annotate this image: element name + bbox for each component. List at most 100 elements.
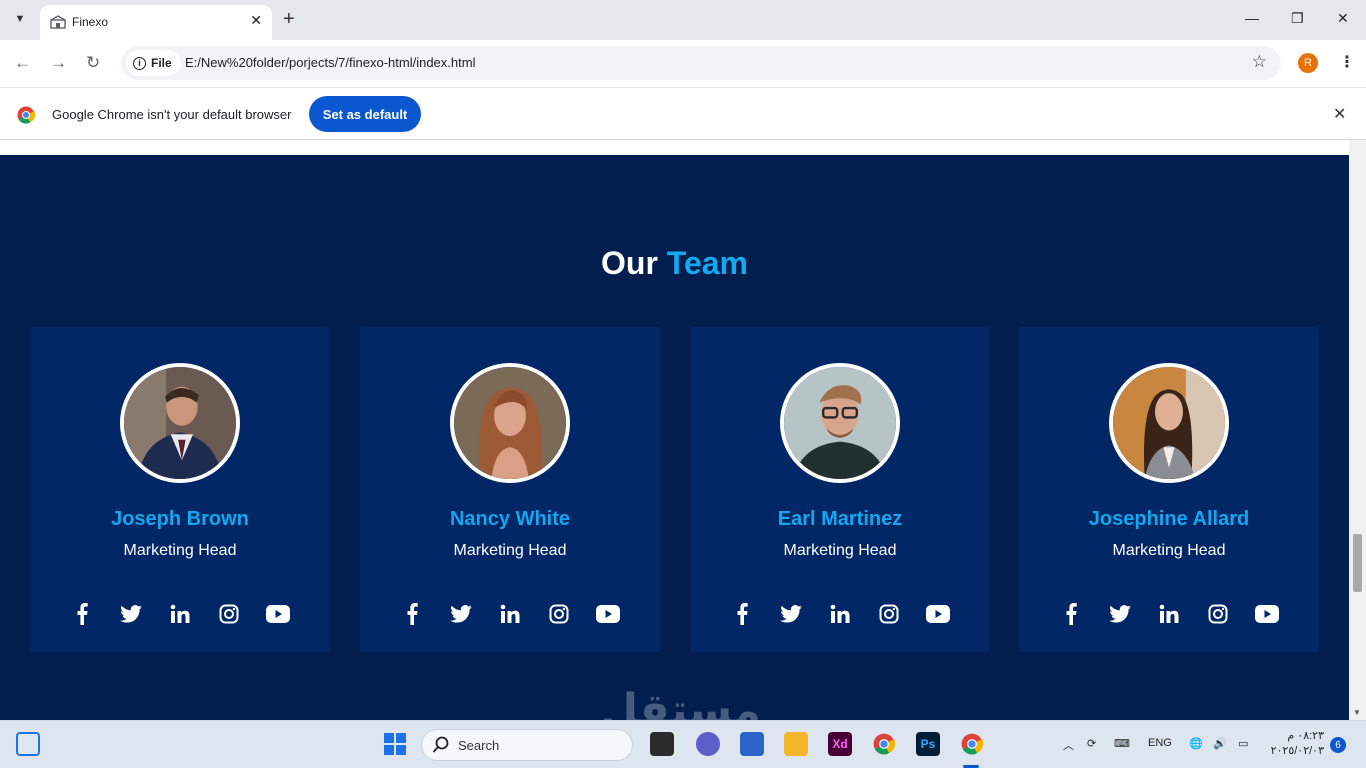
- profile-avatar[interactable]: R: [1298, 53, 1318, 73]
- twitter-icon[interactable]: [778, 601, 804, 627]
- teams-chat-icon[interactable]: [696, 732, 720, 756]
- site-info-chip[interactable]: i File: [126, 50, 181, 76]
- social-links: [30, 601, 330, 627]
- team-card: Nancy White Marketing Head: [360, 327, 660, 652]
- reload-icon[interactable]: ↻: [86, 53, 100, 73]
- clock-date: ٢٠٢٥/٠٢/٠٣: [1270, 745, 1324, 757]
- social-links: [360, 601, 660, 627]
- member-name: Josephine Allard: [1088, 508, 1250, 530]
- facebook-icon[interactable]: [1058, 601, 1084, 627]
- instagram-icon[interactable]: [1205, 601, 1231, 627]
- scrollbar-thumb[interactable]: [1353, 534, 1362, 592]
- tab-close-icon[interactable]: ✕: [250, 12, 262, 29]
- member-role: Marketing Head: [123, 542, 237, 559]
- search-icon: [432, 736, 449, 753]
- chevron-up-icon[interactable]: ︿: [1063, 737, 1074, 753]
- url-text[interactable]: E:/New%20folder/porjects/7/finexo-html/i…: [185, 55, 475, 70]
- url-scheme-label: File: [151, 56, 172, 70]
- heading-main-text: Our: [601, 245, 658, 281]
- chrome-app-icon[interactable]: [872, 732, 896, 756]
- member-role: Marketing Head: [453, 542, 567, 559]
- linkedin-icon[interactable]: [1156, 601, 1182, 627]
- team-card: Earl Martinez Marketing Head: [690, 327, 990, 652]
- twitter-icon[interactable]: [448, 601, 474, 627]
- page-scrollbar[interactable]: ▼: [1349, 140, 1366, 720]
- tab-title: Finexo: [72, 15, 109, 29]
- facebook-icon[interactable]: [729, 601, 755, 627]
- file-explorer-icon[interactable]: [784, 732, 808, 756]
- team-card: Joseph Brown Marketing Head: [30, 327, 330, 652]
- scroll-down-arrow-icon[interactable]: ▼: [1353, 708, 1361, 717]
- social-links: [690, 601, 990, 627]
- battery-icon[interactable]: ▭: [1238, 737, 1248, 750]
- youtube-icon[interactable]: [1254, 601, 1280, 627]
- network-icon[interactable]: 🌐: [1189, 737, 1203, 750]
- linkedin-icon[interactable]: [167, 601, 193, 627]
- page-viewport: Our Team Joseph Brown Marketing Head Nan…: [0, 140, 1366, 720]
- sync-icon[interactable]: ⟳: [1087, 737, 1096, 750]
- team-card: Josephine Allard Marketing Head: [1019, 327, 1319, 652]
- facebook-icon[interactable]: [399, 601, 425, 627]
- chrome-profile-app-icon[interactable]: [960, 732, 984, 756]
- youtube-icon[interactable]: [925, 601, 951, 627]
- facebook-icon[interactable]: [69, 601, 95, 627]
- address-bar[interactable]: i File E:/New%20folder/porjects/7/finexo…: [121, 46, 1281, 80]
- woman-smiling-portrait: [1109, 363, 1229, 483]
- man-in-suit-portrait: [120, 363, 240, 483]
- more-menu-icon[interactable]: ⋮: [1339, 52, 1355, 72]
- bookmark-star-icon[interactable]: ☆: [1252, 52, 1267, 72]
- microsoft-store-icon[interactable]: [740, 732, 764, 756]
- widgets-icon[interactable]: [16, 732, 40, 756]
- page-favicon-icon: [50, 15, 66, 29]
- set-as-default-button[interactable]: Set as default: [309, 96, 421, 132]
- member-role: Marketing Head: [783, 542, 897, 559]
- member-name: Earl Martinez: [777, 508, 903, 530]
- info-icon: i: [133, 56, 146, 70]
- tab-strip: ▼ Finexo ✕ + — ❐ ✕: [0, 0, 1366, 40]
- volume-icon[interactable]: 🔊: [1213, 737, 1227, 750]
- watermark-logo: مستقل: [600, 686, 761, 720]
- section-heading: Our Team: [0, 245, 1349, 282]
- system-clock[interactable]: ٠٨:٢٣ م ٢٠٢٥/٠٢/٠٣: [1268, 729, 1324, 759]
- linkedin-icon[interactable]: [827, 601, 853, 627]
- taskbar-search-box[interactable]: Search: [421, 729, 633, 761]
- team-section: Our Team Joseph Brown Marketing Head Nan…: [0, 155, 1349, 720]
- chevron-down-icon: ▼: [14, 13, 26, 25]
- twitter-icon[interactable]: [118, 601, 144, 627]
- photoshop-icon[interactable]: Ps: [916, 732, 940, 756]
- infobar-message: Google Chrome isn't your default browser: [52, 107, 292, 122]
- windows-start-icon[interactable]: [383, 732, 407, 756]
- linkedin-icon[interactable]: [497, 601, 523, 627]
- language-indicator[interactable]: ENG: [1148, 737, 1172, 749]
- minimize-icon[interactable]: —: [1245, 10, 1259, 26]
- member-name: Joseph Brown: [111, 508, 249, 530]
- tab-search-menu-button[interactable]: ▼: [8, 7, 32, 31]
- member-role: Marketing Head: [1112, 542, 1226, 559]
- instagram-icon[interactable]: [876, 601, 902, 627]
- keyboard-icon[interactable]: ⌨: [1114, 737, 1130, 750]
- twitter-icon[interactable]: [1107, 601, 1133, 627]
- notification-badge[interactable]: 6: [1330, 737, 1346, 753]
- infobar-close-icon[interactable]: ✕: [1333, 104, 1346, 124]
- tab-finexo[interactable]: Finexo ✕: [40, 5, 272, 40]
- member-name: Nancy White: [449, 508, 571, 530]
- heading-accent-text: Team: [666, 245, 748, 281]
- chrome-logo-icon: [17, 106, 35, 124]
- social-links: [1019, 601, 1319, 627]
- clock-time: ٠٨:٢٣ م: [1287, 730, 1324, 742]
- new-tab-button[interactable]: +: [283, 8, 295, 30]
- browser-toolbar: ← → ↻ i File E:/New%20folder/porjects/7/…: [0, 40, 1366, 87]
- adobe-xd-icon[interactable]: Xd: [828, 732, 852, 756]
- instagram-icon[interactable]: [216, 601, 242, 627]
- back-arrow-icon[interactable]: ←: [14, 53, 31, 73]
- windows-taskbar: Search Xd Ps ︿ ⟳ ⌨ ENG 🌐 🔊 ▭ ٠٨:٢٣ م ٢٠٢…: [0, 720, 1366, 768]
- youtube-icon[interactable]: [595, 601, 621, 627]
- task-view-icon[interactable]: [650, 732, 674, 756]
- youtube-icon[interactable]: [265, 601, 291, 627]
- window-close-icon[interactable]: ✕: [1337, 10, 1349, 27]
- instagram-icon[interactable]: [546, 601, 572, 627]
- default-browser-infobar: Google Chrome isn't your default browser…: [0, 87, 1366, 140]
- woman-long-hair-portrait: [450, 363, 570, 483]
- forward-arrow-icon[interactable]: →: [50, 53, 67, 73]
- restore-icon[interactable]: ❐: [1291, 10, 1304, 27]
